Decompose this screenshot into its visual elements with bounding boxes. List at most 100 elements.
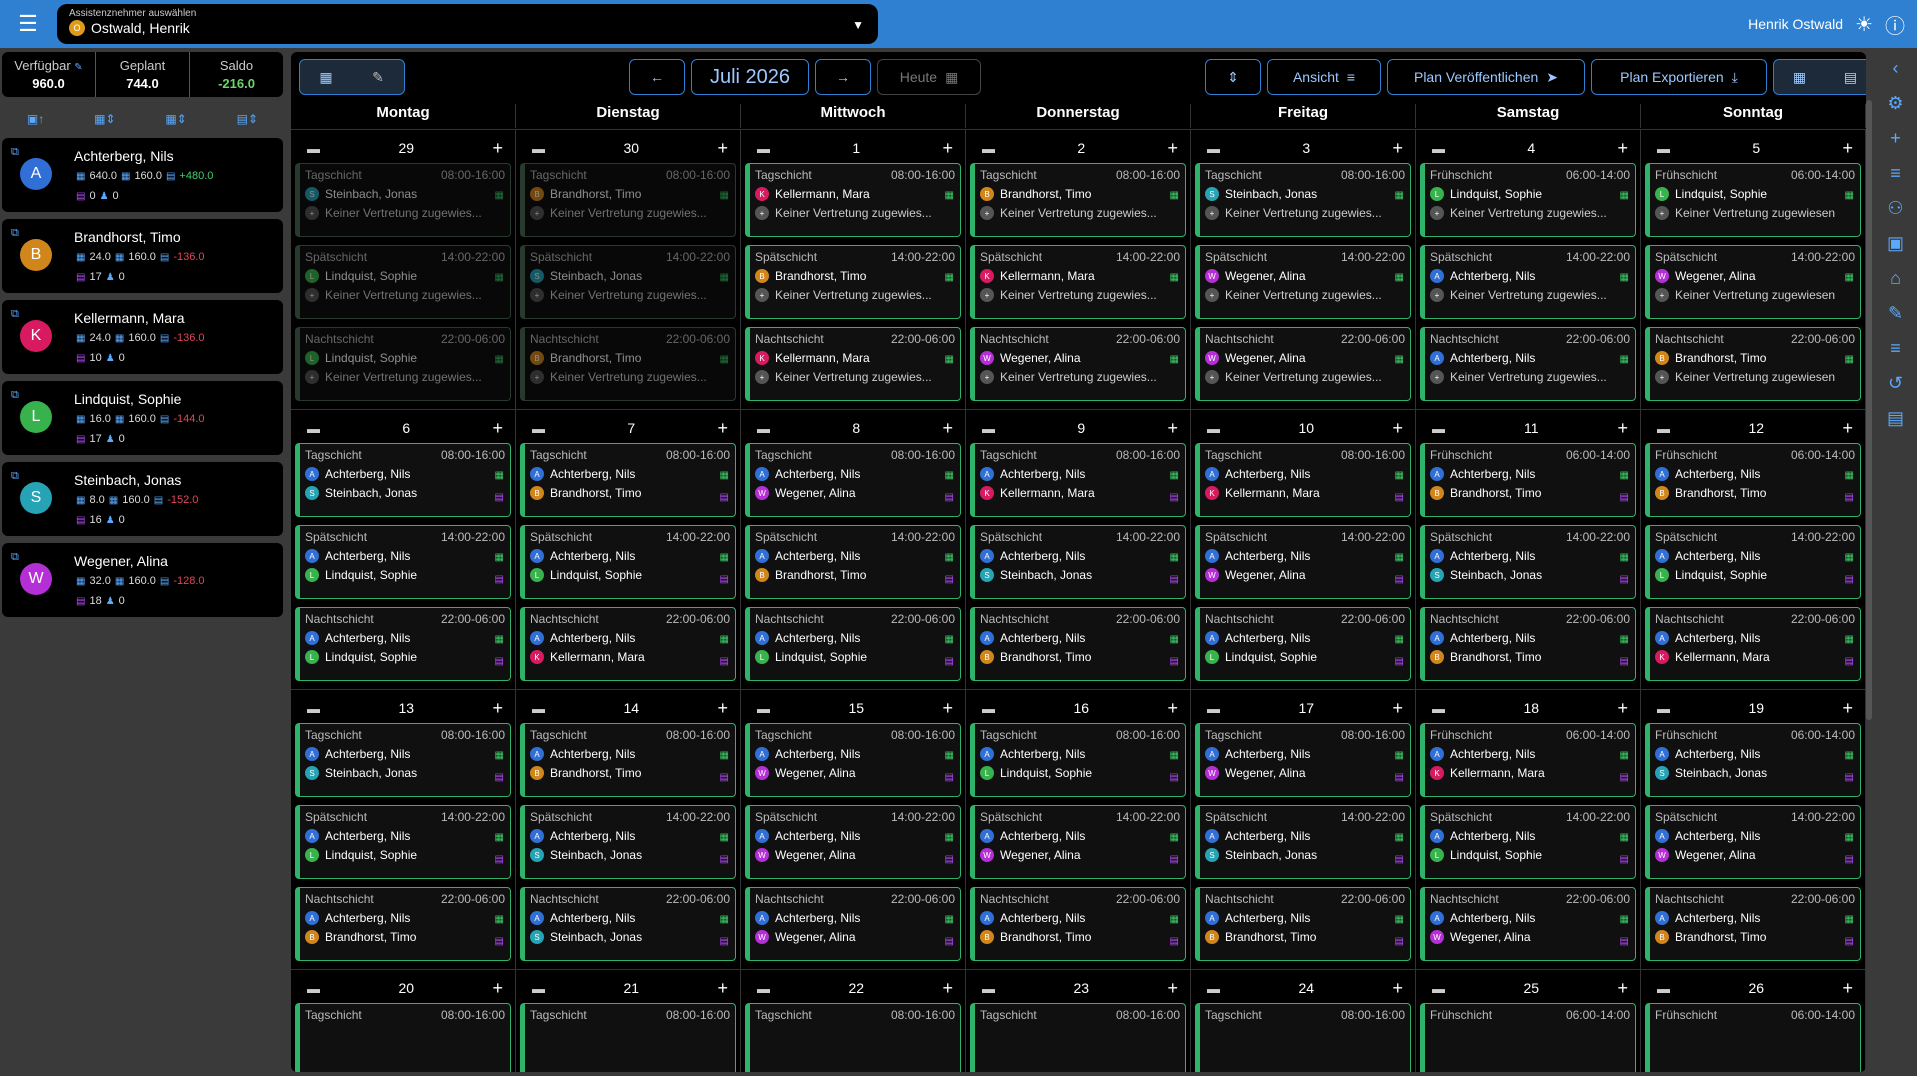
assignee[interactable]: A Achterberg, Nils xyxy=(980,467,1180,481)
shift-card[interactable]: Nachtschicht 22:00-06:00 A Achterberg, Nils… xyxy=(1645,887,1861,961)
assignee[interactable]: A Achterberg, Nils xyxy=(1430,351,1630,365)
assignee[interactable]: A Achterberg, Nils xyxy=(755,747,955,761)
assignee[interactable]: A Achterberg, Nils xyxy=(1655,631,1855,645)
assignee[interactable]: A Achterberg, Nils xyxy=(980,829,1180,843)
substitute[interactable]: S Steinbach, Jonas xyxy=(1655,766,1855,780)
add-shift-icon[interactable]: + xyxy=(717,698,728,719)
shift-card[interactable]: Nachtschicht 22:00-06:00 B Brandhorst, Timo… xyxy=(520,327,736,401)
no-substitute[interactable]: + Keiner Vertretung zugewies... xyxy=(980,288,1180,302)
add-shift-icon[interactable]: + xyxy=(942,138,953,159)
substitute[interactable]: W Wegener, Alina xyxy=(980,848,1180,862)
shift-card[interactable]: Tagschicht 08:00-16:00 S Steinbach, Jonas + K… xyxy=(1195,163,1411,237)
assignee[interactable]: K Kellermann, Mara xyxy=(755,351,955,365)
assignee[interactable]: A Achterberg, Nils xyxy=(1430,631,1630,645)
comment-icon[interactable]: ▬ xyxy=(757,141,770,156)
shift-card[interactable]: Spätschicht 14:00-22:00 A Achterberg, Nils S… xyxy=(520,805,736,879)
shift-card[interactable]: Frühschicht 06:00-14:00 L Lindquist, Sophie… xyxy=(1420,163,1636,237)
substitute[interactable]: S Steinbach, Jonas xyxy=(530,930,730,944)
card-icon[interactable]: ▤ xyxy=(1887,408,1904,429)
comment-icon[interactable]: ▬ xyxy=(1657,141,1670,156)
assignee[interactable]: W Wegener, Alina xyxy=(980,351,1180,365)
shift-card[interactable]: Nachtschicht 22:00-06:00 B Brandhorst, Timo… xyxy=(1645,327,1861,401)
assignee[interactable]: A Achterberg, Nils xyxy=(1205,829,1405,843)
substitute[interactable]: W Wegener, Alina xyxy=(1205,766,1405,780)
substitute[interactable]: W Wegener, Alina xyxy=(1430,930,1630,944)
assignee[interactable]: B Brandhorst, Timo xyxy=(1655,351,1855,365)
add-shift-icon[interactable]: + xyxy=(942,978,953,999)
assignee[interactable]: L Lindquist, Sophie xyxy=(305,269,505,283)
assignee[interactable]: A Achterberg, Nils xyxy=(1430,549,1630,563)
assignee[interactable]: S Steinbach, Jonas xyxy=(530,269,730,283)
no-substitute[interactable]: + Keiner Vertretung zugewies... xyxy=(1205,370,1405,384)
substitute[interactable]: L Lindquist, Sophie xyxy=(1430,848,1630,862)
assignee[interactable]: B Brandhorst, Timo xyxy=(530,351,730,365)
open-external-icon[interactable]: ⧉ xyxy=(11,308,19,321)
no-substitute[interactable]: + Keiner Vertretung zugewies... xyxy=(305,370,505,384)
shift-card[interactable]: Tagschicht 08:00-16:00 xyxy=(970,1003,1186,1072)
shift-card[interactable]: Spätschicht 14:00-22:00 W Wegener, Alina + Ke… xyxy=(1645,245,1861,319)
assignee[interactable]: A Achterberg, Nils xyxy=(755,631,955,645)
shift-card[interactable]: Spätschicht 14:00-22:00 B Brandhorst, Timo +… xyxy=(745,245,961,319)
shift-card[interactable]: Spätschicht 14:00-22:00 L Lindquist, Sophie… xyxy=(295,245,511,319)
no-substitute[interactable]: + Keiner Vertretung zugewies... xyxy=(1205,206,1405,220)
assignee[interactable]: W Wegener, Alina xyxy=(1205,269,1405,283)
substitute[interactable]: L Lindquist, Sophie xyxy=(1205,650,1405,664)
add-shift-icon[interactable]: + xyxy=(1617,418,1628,439)
publish-button[interactable]: Plan Veröffentlichen ➤ xyxy=(1387,59,1585,95)
comment-icon[interactable]: ▬ xyxy=(307,701,320,716)
assignee[interactable]: A Achterberg, Nils xyxy=(980,911,1180,925)
add-shift-icon[interactable]: + xyxy=(1842,698,1853,719)
assistant-card[interactable]: ⧉ A Achterberg, Nils ▦ 640.0 ▦ 160.0 ▤ +480.0… xyxy=(2,138,283,212)
assignee[interactable]: A Achterberg, Nils xyxy=(305,467,505,481)
gear-icon[interactable]: ⚙ xyxy=(1887,93,1903,114)
shift-card[interactable]: Tagschicht 08:00-16:00 A Achterberg, Nils W W… xyxy=(1195,723,1411,797)
open-external-icon[interactable]: ⧉ xyxy=(11,227,19,240)
add-shift-icon[interactable]: + xyxy=(1167,418,1178,439)
add-shift-icon[interactable]: + xyxy=(1392,138,1403,159)
today-button[interactable]: Heute ▦ xyxy=(877,59,981,95)
assignee[interactable]: K Kellermann, Mara xyxy=(980,269,1180,283)
comment-icon[interactable]: ▬ xyxy=(982,701,995,716)
substitute[interactable]: K Kellermann, Mara xyxy=(1655,650,1855,664)
shift-card[interactable]: Spätschicht 14:00-22:00 A Achterberg, Nils S… xyxy=(1195,805,1411,879)
substitute[interactable]: K Kellermann, Mara xyxy=(530,650,730,664)
assignee[interactable]: A Achterberg, Nils xyxy=(1430,911,1630,925)
edit-icon[interactable]: ✎ xyxy=(74,62,82,73)
assignee[interactable]: A Achterberg, Nils xyxy=(1430,829,1630,843)
assignee[interactable]: W Wegener, Alina xyxy=(1655,269,1855,283)
assignee[interactable]: A Achterberg, Nils xyxy=(1205,467,1405,481)
substitute[interactable]: B Brandhorst, Timo xyxy=(1430,650,1630,664)
next-month-button[interactable]: → xyxy=(815,59,871,95)
comment-icon[interactable]: ▬ xyxy=(532,701,545,716)
assignee[interactable]: L Lindquist, Sophie xyxy=(305,351,505,365)
assignee[interactable]: A Achterberg, Nils xyxy=(530,829,730,843)
calendar-icon[interactable]: ▦ xyxy=(300,69,352,86)
home-icon[interactable]: ⌂ xyxy=(1890,268,1901,289)
shift-card[interactable]: Nachtschicht 22:00-06:00 W Wegener, Alina + K… xyxy=(970,327,1186,401)
assignee[interactable]: A Achterberg, Nils xyxy=(755,549,955,563)
substitute[interactable]: B Brandhorst, Timo xyxy=(1205,930,1405,944)
substitute[interactable]: L Lindquist, Sophie xyxy=(1655,568,1855,582)
shift-card[interactable]: Tagschicht 08:00-16:00 A Achterberg, Nils K K… xyxy=(1195,443,1411,517)
assignee[interactable]: L Lindquist, Sophie xyxy=(1655,187,1855,201)
no-substitute[interactable]: + Keiner Vertretung zugewiesen xyxy=(1655,288,1855,302)
substitute[interactable]: S Steinbach, Jonas xyxy=(305,766,505,780)
shift-card[interactable]: Spätschicht 14:00-22:00 A Achterberg, Nils L… xyxy=(1420,805,1636,879)
shift-card[interactable]: Nachtschicht 22:00-06:00 A Achterberg, Nils… xyxy=(295,607,511,681)
shift-card[interactable]: Tagschicht 08:00-16:00 A Achterberg, Nils S S… xyxy=(295,443,511,517)
menu-icon[interactable]: ☰ xyxy=(0,0,56,48)
add-shift-icon[interactable]: + xyxy=(492,978,503,999)
comment-icon[interactable]: ▬ xyxy=(307,981,320,996)
list-view-icon[interactable]: ▤ xyxy=(1825,69,1866,86)
comment-icon[interactable]: ▬ xyxy=(1432,141,1445,156)
comment-icon[interactable]: ▬ xyxy=(532,981,545,996)
no-substitute[interactable]: + Keiner Vertretung zugewies... xyxy=(530,206,730,220)
shift-card[interactable]: Tagschicht 08:00-16:00 xyxy=(745,1003,961,1072)
add-shift-icon[interactable]: + xyxy=(717,978,728,999)
assignee[interactable]: A Achterberg, Nils xyxy=(1655,829,1855,843)
substitute[interactable]: B Brandhorst, Timo xyxy=(980,930,1180,944)
substitute[interactable]: S Steinbach, Jonas xyxy=(530,848,730,862)
shift-card[interactable]: Nachtschicht 22:00-06:00 A Achterberg, Nils… xyxy=(1645,607,1861,681)
assignee[interactable]: A Achterberg, Nils xyxy=(980,631,1180,645)
substitute[interactable]: S Steinbach, Jonas xyxy=(1430,568,1630,582)
